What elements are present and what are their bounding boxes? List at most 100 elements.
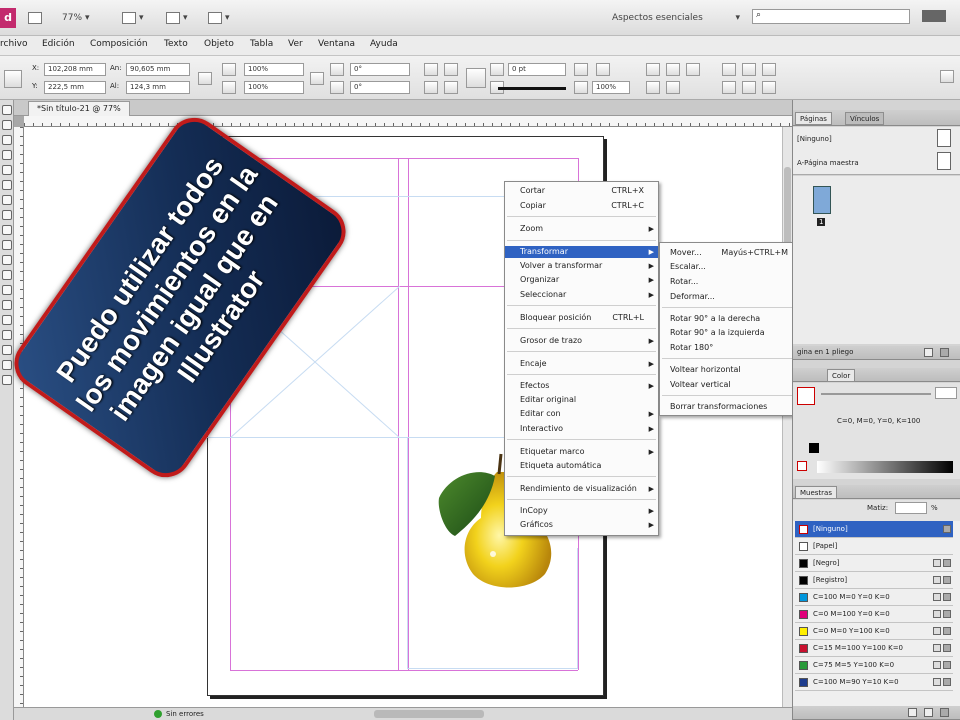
drop-shadow-icon[interactable]: [596, 63, 610, 76]
menu-ver[interactable]: Ver: [288, 39, 303, 49]
submenu-item-deformar[interactable]: Deformar...: [660, 291, 806, 303]
selection-tool-icon[interactable]: [2, 105, 12, 115]
swatch-row[interactable]: C=75 M=5 Y=100 K=0: [795, 657, 953, 674]
height-field[interactable]: 124,3 mm: [126, 81, 190, 94]
color-ramp[interactable]: [817, 461, 953, 473]
submenu-item-borrar-transformaciones[interactable]: Borrar transformaciones: [660, 401, 806, 413]
fit-content-icon[interactable]: [646, 63, 660, 76]
tab-muestras[interactable]: Muestras: [795, 486, 837, 499]
workspace-switcher[interactable]: Aspectos esenciales ▾: [612, 8, 740, 28]
flip-horizontal-icon[interactable]: [424, 81, 438, 94]
horizontal-scrollbar[interactable]: [374, 710, 484, 718]
page-tool-icon[interactable]: [2, 135, 12, 145]
swatch-row[interactable]: C=0 M=0 Y=100 K=0: [795, 623, 953, 640]
bridge-button[interactable]: [28, 8, 42, 28]
tab-paginas[interactable]: Páginas: [795, 112, 832, 125]
panel-menu-icon[interactable]: [940, 70, 954, 83]
submenu-item-rotar-derecha[interactable]: Rotar 90° a la derecha: [660, 313, 806, 325]
menu-ventana[interactable]: Ventana: [318, 39, 355, 49]
tab-vinculos[interactable]: Vínculos: [845, 112, 885, 125]
fill-swatch-icon[interactable]: [797, 387, 815, 405]
fill-frame-icon[interactable]: [646, 81, 660, 94]
rotate-cw-icon[interactable]: [424, 63, 438, 76]
swatch-row[interactable]: [Registro]: [795, 572, 953, 589]
submenu-item-mover[interactable]: Mover... Mayús+CTRL+M: [660, 247, 806, 259]
new-swatch-icon[interactable]: [908, 708, 917, 717]
menu-item-cortar[interactable]: Cortar CTRL+X: [505, 185, 658, 197]
note-tool-icon[interactable]: [2, 300, 12, 310]
center-content-icon[interactable]: [686, 63, 700, 76]
preflight-status[interactable]: Sin errores: [166, 708, 204, 720]
align-bottom-icon[interactable]: [762, 81, 776, 94]
page-1-thumb[interactable]: [813, 186, 831, 214]
align-center-icon[interactable]: [742, 63, 756, 76]
x-field[interactable]: 102,208 mm: [44, 63, 106, 76]
swatch-row[interactable]: [Ninguno]: [795, 521, 953, 538]
menu-edicion[interactable]: Edición: [42, 39, 75, 49]
new-page-icon[interactable]: [924, 348, 933, 357]
menu-item-grosor-de-trazo[interactable]: Grosor de trazo ▶: [505, 335, 658, 347]
reference-point-icon[interactable]: [4, 70, 22, 88]
a-master[interactable]: A-Página maestra: [797, 159, 859, 167]
direct-selection-tool-icon[interactable]: [2, 120, 12, 130]
menu-composicion[interactable]: Composición: [90, 39, 148, 49]
document-tab[interactable]: *Sin título-21 @ 77%: [28, 101, 130, 116]
shear-field[interactable]: 0°: [350, 81, 410, 94]
menu-item-seleccionar[interactable]: Seleccionar ▶: [505, 289, 658, 301]
fill-icon[interactable]: [490, 63, 504, 76]
menu-item-etiqueta-automatica[interactable]: Etiqueta automática: [505, 460, 658, 472]
none-master-thumb[interactable]: [937, 129, 951, 147]
screen-mode-button[interactable]: ▾: [166, 8, 188, 28]
align-left-icon[interactable]: [722, 63, 736, 76]
pencil-tool-icon[interactable]: [2, 210, 12, 220]
fit-proportionally-icon[interactable]: [666, 81, 680, 94]
submenu-item-rotar[interactable]: Rotar...: [660, 276, 806, 288]
fill-stroke-icon[interactable]: [2, 360, 12, 370]
align-top-icon[interactable]: [722, 81, 736, 94]
tint-input[interactable]: [895, 502, 927, 514]
opacity-field[interactable]: 100%: [592, 81, 630, 94]
scale-x-field[interactable]: 100%: [244, 63, 304, 76]
gap-tool-icon[interactable]: [2, 150, 12, 160]
tint-slider[interactable]: [821, 393, 931, 395]
align-middle-icon[interactable]: [742, 81, 756, 94]
free-transform-tool-icon[interactable]: [2, 270, 12, 280]
a-master-thumb[interactable]: [937, 152, 951, 170]
swatch-row[interactable]: C=15 M=100 Y=100 K=0: [795, 640, 953, 657]
submenu-item-rotar-izquierda[interactable]: Rotar 90° a la izquierda: [660, 327, 806, 339]
stroke-type-select[interactable]: [498, 87, 566, 90]
type-tool-icon[interactable]: [2, 165, 12, 175]
menu-ayuda[interactable]: Ayuda: [370, 39, 398, 49]
menu-item-volver-a-transformar[interactable]: Volver a transformar ▶: [505, 260, 658, 272]
stroke-weight-field[interactable]: 0 pt: [508, 63, 566, 76]
black-swatch-icon[interactable]: [809, 443, 819, 453]
menu-item-interactivo[interactable]: Interactivo ▶: [505, 423, 658, 435]
minimize-button[interactable]: [922, 10, 946, 22]
menu-objeto[interactable]: Objeto: [204, 39, 234, 49]
menu-archivo[interactable]: rchivo: [0, 39, 28, 49]
rectangle-frame-tool-icon[interactable]: [2, 225, 12, 235]
line-tool-icon[interactable]: [2, 180, 12, 190]
menu-item-etiquetar-marco[interactable]: Etiquetar marco ▶: [505, 446, 658, 458]
menu-texto[interactable]: Texto: [164, 39, 188, 49]
none-swatch-icon[interactable]: [797, 461, 807, 471]
menu-item-organizar[interactable]: Organizar ▶: [505, 274, 658, 286]
scale-y-field[interactable]: 100%: [244, 81, 304, 94]
scissors-tool-icon[interactable]: [2, 255, 12, 265]
menu-item-transformar[interactable]: Transformar ▶: [505, 246, 658, 258]
swatch-row[interactable]: C=100 M=90 Y=10 K=0: [795, 674, 953, 691]
vertical-scrollbar[interactable]: [782, 127, 792, 707]
swatch-options-icon[interactable]: [924, 708, 933, 717]
arrange-documents-button[interactable]: ▾: [208, 8, 230, 28]
flip-vertical-icon[interactable]: [444, 81, 458, 94]
menu-item-encaje[interactable]: Encaje ▶: [505, 358, 658, 370]
view-options-button[interactable]: ▾: [122, 8, 144, 28]
none-master[interactable]: [Ninguno]: [797, 135, 832, 143]
tab-color[interactable]: Color: [827, 369, 856, 382]
swatch-row[interactable]: [Negro]: [795, 555, 953, 572]
y-field[interactable]: 222,5 mm: [44, 81, 106, 94]
constrain-proportions-icon[interactable]: [198, 72, 212, 85]
gradient-tool-icon[interactable]: [2, 285, 12, 295]
submenu-item-voltear-vertical[interactable]: Voltear vertical: [660, 379, 806, 391]
pen-tool-icon[interactable]: [2, 195, 12, 205]
